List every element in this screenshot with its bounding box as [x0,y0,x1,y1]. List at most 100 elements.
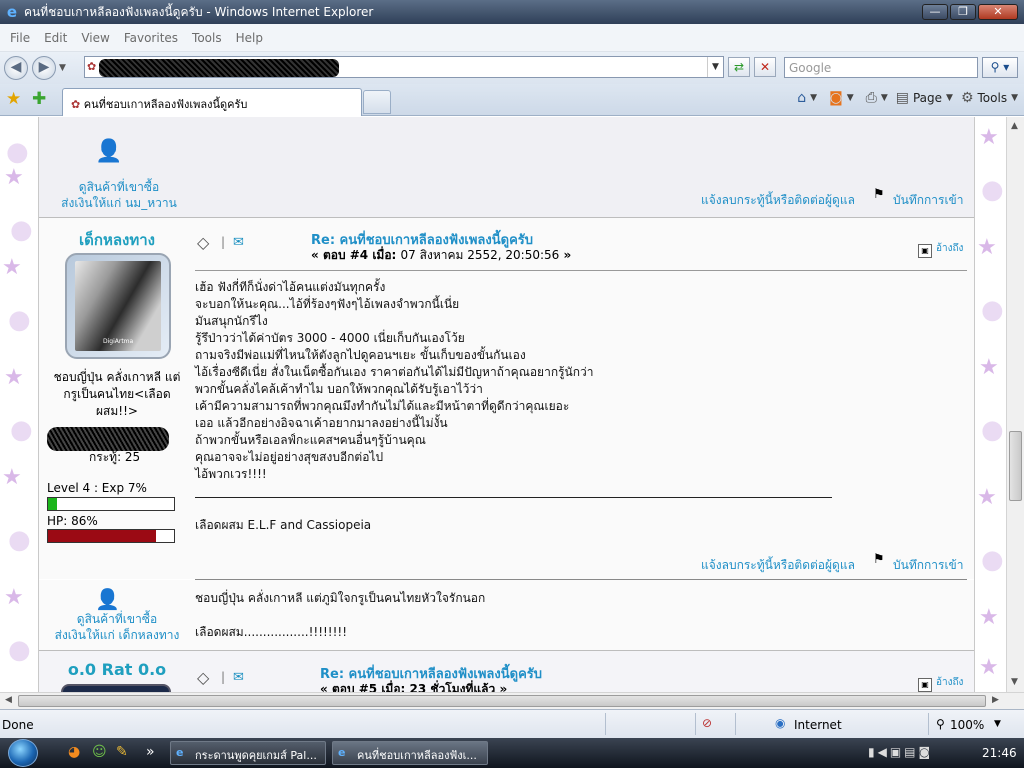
messenger-icon[interactable]: ☺ [92,744,107,760]
history-dropdown-icon[interactable]: ▼ [59,63,71,73]
clock: 21:46 [982,746,1017,760]
globe-icon: ◉ [775,716,786,730]
profile-purchases-link[interactable]: ดูสินค้าที่เขาซื้อ [59,179,179,195]
quote-link[interactable]: อ้างถึง [936,675,963,690]
quicklaunch-app-icon[interactable]: ✎ [116,744,128,760]
quote-icon[interactable]: ▣ [918,678,932,692]
search-input[interactable]: Google [784,57,978,78]
send-money-link[interactable]: ส่งเงินให้แก่ นม_หวาน [59,195,179,211]
decor-star-icon: ★ [979,655,999,680]
post3-footer: 👤 ดูสินค้าที่เขาซื้อ ส่งเงินให้แก่ นม_หว… [39,117,974,217]
menu-file[interactable]: File [10,31,30,45]
home-dropdown-icon[interactable]: ▼ [810,93,817,103]
post-meta: « ตอบ #4 เมื่อ: 07 สิงหาคม 2552, 20:50:5… [311,246,571,265]
menu-tools[interactable]: Tools [192,31,222,45]
stop-icon[interactable]: ✕ [754,57,776,77]
vertical-scrollbar[interactable]: ▲ ▼ [1006,117,1024,692]
meta-reply: ตอบ #4 เมื่อ: [322,248,397,262]
decor-dot: ● [981,415,1004,445]
tools-menu[interactable]: Tools [978,91,1008,105]
signature: เลือดผสม E.L.F and Cassiopeia [195,518,372,532]
profile-purchases-link[interactable]: ดูสินค้าที่เขาซื้อ [45,611,189,627]
decor-star-icon: ★ [979,125,999,150]
menu-view[interactable]: View [81,31,109,45]
tools-dropdown-icon[interactable]: ▼ [1011,93,1018,103]
scroll-down-icon[interactable]: ▼ [1011,677,1018,687]
tab-current[interactable]: ✿ คนที่ชอบเกาหลีลองฟังเพลงนี้ดูครับ [62,88,362,116]
msn-icon[interactable]: 👤 [95,587,120,611]
address-bar[interactable]: ✿ ▼ [84,56,724,78]
print-icon[interactable]: ⎙ [866,90,877,106]
minimize-button[interactable]: — [922,4,948,20]
horizontal-scroll-thumb[interactable] [18,695,986,707]
post-line: ถามจริงมีพ่อแม่ที่ไหนให้ตังลูกไปดูคอนฯเย… [195,348,526,362]
vertical-scroll-thumb[interactable] [1009,431,1022,501]
restore-button[interactable]: ❐ [950,4,976,20]
ip-logged-link[interactable]: บันทึกการเข้า [893,191,964,210]
search-button[interactable]: ⚲ ▾ [982,57,1018,78]
post-line: ไอ้เรื่องซีดีเนี่ย สั่งในเน็ตซื้อกันเอง … [195,365,594,379]
menu-help[interactable]: Help [236,31,263,45]
twitter-icon[interactable]: ✉ [233,670,244,685]
send-money-link[interactable]: ส่งเงินให้แก่ เด็กหลงทาง [45,627,189,643]
add-favorites-icon[interactable]: ✚ [32,89,46,109]
page-menu[interactable]: Page [913,91,942,105]
twitter-icon[interactable]: ✉ [233,235,244,250]
hp-label: HP: 86% [47,514,98,528]
gear-icon: ⚙ [960,90,974,106]
quote-icon[interactable]: ▣ [918,244,932,258]
status-bar: Done ⊘ ◉ Internet ⚲ 100% ▼ [0,709,1024,738]
page-icon: ▤ [895,90,909,106]
decor-star-icon: ★ [979,605,999,630]
refresh-icon[interactable]: ⇄ [728,57,750,77]
feeds-icon[interactable]: ◙ [829,90,843,106]
report-post-link[interactable]: แจ้งลบกระทู้นี้หรือติดต่อผู้ดูแล [701,191,855,210]
scroll-left-icon[interactable]: ◀ [5,695,12,705]
decor-dot: ● [8,525,31,555]
new-tab-button[interactable] [363,90,391,114]
hp-bar-fill [48,530,157,542]
exp-bar [47,497,175,511]
poster-name[interactable]: เด็กหลงทาง [39,228,195,252]
ip-logged-link[interactable]: บันทึกการเข้า [893,556,964,575]
hp-bar [47,529,175,543]
scroll-right-icon[interactable]: ▶ [992,695,999,705]
menu-edit[interactable]: Edit [44,31,67,45]
msn-icon[interactable]: 👤 [95,139,122,164]
ie-logo-icon: e [176,746,184,759]
menu-favorites[interactable]: Favorites [124,31,178,45]
meta-close: » [563,248,572,262]
post-line: มันสนุกนักรึไง [195,314,268,328]
poster-name[interactable]: o.0 Rat 0.o [39,660,195,679]
favorites-star-icon[interactable]: ★ [6,89,21,109]
forward-button[interactable]: ▶ [32,56,56,80]
post-line: เฮ้อ ฟังกี่ทีก็นั่งด่าไอ้คนแต่งมันทุกครั… [195,280,386,294]
start-button[interactable] [8,739,38,767]
signature-rule [195,497,832,498]
ie-logo-icon: e [338,746,346,759]
report-post-link[interactable]: แจ้งลบกระทู้นี้หรือติดต่อผู้ดูแล [701,556,855,575]
back-button[interactable]: ◀ [4,56,28,80]
scroll-up-icon[interactable]: ▲ [1011,121,1018,131]
home-icon[interactable]: ⌂ [797,90,806,106]
taskbar-task-1[interactable]: e กระดานพูดคุยเกมส์ Pal... [170,741,326,765]
address-dropdown-icon[interactable]: ▼ [707,57,723,77]
security-zone[interactable]: Internet [794,718,842,732]
taskbar-task-2[interactable]: e คนที่ชอบเกาหลีลองฟังเ... [332,741,488,765]
feeds-dropdown-icon[interactable]: ▼ [847,93,854,103]
page-dropdown-icon[interactable]: ▼ [946,93,953,103]
icon-separator: | [221,670,226,684]
command-bar: ⌂ ▼ ◙ ▼ ⎙ ▼ ▤ Page ▼ ⚙ Tools ▼ [797,90,1018,106]
zoom-level[interactable]: 100% [950,718,984,732]
zoom-dropdown-icon[interactable]: ▼ [994,719,1001,729]
quote-link[interactable]: อ้างถึง [936,241,963,256]
close-button[interactable]: ✕ [978,4,1018,20]
system-tray-icons[interactable]: ▮◀▣▤◙ [868,745,933,759]
print-dropdown-icon[interactable]: ▼ [881,93,888,103]
firefox-icon[interactable]: ◕ [68,744,80,760]
protected-mode-icon[interactable]: ⊘ [702,716,712,730]
footer-signature-line: เลือดผสม.................!!!!!!!! [195,625,348,639]
quicklaunch-more-icon[interactable]: » [146,744,155,760]
horizontal-scrollbar[interactable]: ◀ ▶ [0,692,1024,709]
decor-star-icon: ★ [4,165,24,190]
